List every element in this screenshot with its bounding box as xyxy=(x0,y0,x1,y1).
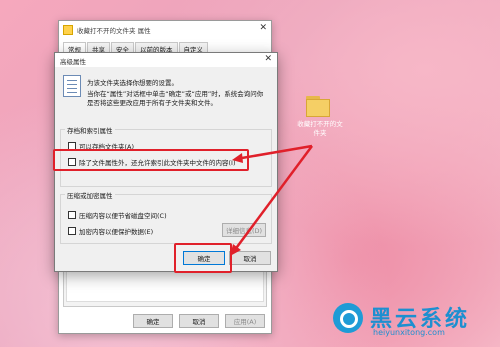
document-list-icon xyxy=(63,75,81,97)
properties-title: 收藏打不开的文件夹 属性 xyxy=(77,27,151,35)
watermark-url: heiyunxitong.com xyxy=(373,328,445,337)
properties-cancel-button[interactable]: 取消 xyxy=(179,314,219,328)
archive-group-label: 存档和索引属性 xyxy=(65,125,115,135)
properties-panel-content xyxy=(66,268,264,302)
watermark-logo xyxy=(333,303,363,333)
encrypt-checkbox[interactable] xyxy=(68,227,76,235)
dialog-note: 当你在“属性”对话框中单击“确定”或“应用”时，系统会询问你是否将这些更改应用于… xyxy=(87,90,264,107)
compress-group-label: 压缩或加密属性 xyxy=(65,190,115,200)
properties-apply-button[interactable]: 应用(A) xyxy=(225,314,265,328)
close-icon[interactable]: ✕ xyxy=(259,23,267,33)
desktop-folder-icon[interactable] xyxy=(304,96,330,117)
details-button[interactable]: 详细信息(D) xyxy=(222,223,266,237)
compress-checkbox[interactable] xyxy=(68,211,76,219)
dialog-title: 高级属性 xyxy=(60,58,86,66)
folder-icon xyxy=(63,25,73,35)
properties-titlebar: 收藏打不开的文件夹 属性 xyxy=(59,21,271,39)
encrypt-option[interactable]: 加密内容以便保护数据(E) xyxy=(68,226,153,236)
dialog-close-icon[interactable]: ✕ xyxy=(264,54,272,64)
dialog-description: 为该文件夹选择你想要的设置。 xyxy=(87,79,178,87)
properties-ok-button[interactable]: 确定 xyxy=(133,314,173,328)
encrypt-option-label: 加密内容以便保护数据(E) xyxy=(79,228,154,236)
index-option-highlight xyxy=(53,149,249,171)
compress-encrypt-group: 压缩或加密属性 压缩内容以便节省磁盘空间(C) 加密内容以便保护数据(E) 详细… xyxy=(60,190,272,244)
ok-button-highlight xyxy=(174,243,232,273)
dialog-titlebar: 高级属性 ✕ xyxy=(55,53,277,67)
properties-button-row: 确定 取消 应用(A) xyxy=(133,314,265,328)
compress-option[interactable]: 压缩内容以便节省磁盘空间(C) xyxy=(68,210,167,220)
dialog-cancel-button[interactable]: 取消 xyxy=(229,251,271,265)
compress-option-label: 压缩内容以便节省磁盘空间(C) xyxy=(79,212,167,220)
desktop-folder-label[interactable]: 收藏打不开的文件夹 xyxy=(296,120,344,138)
